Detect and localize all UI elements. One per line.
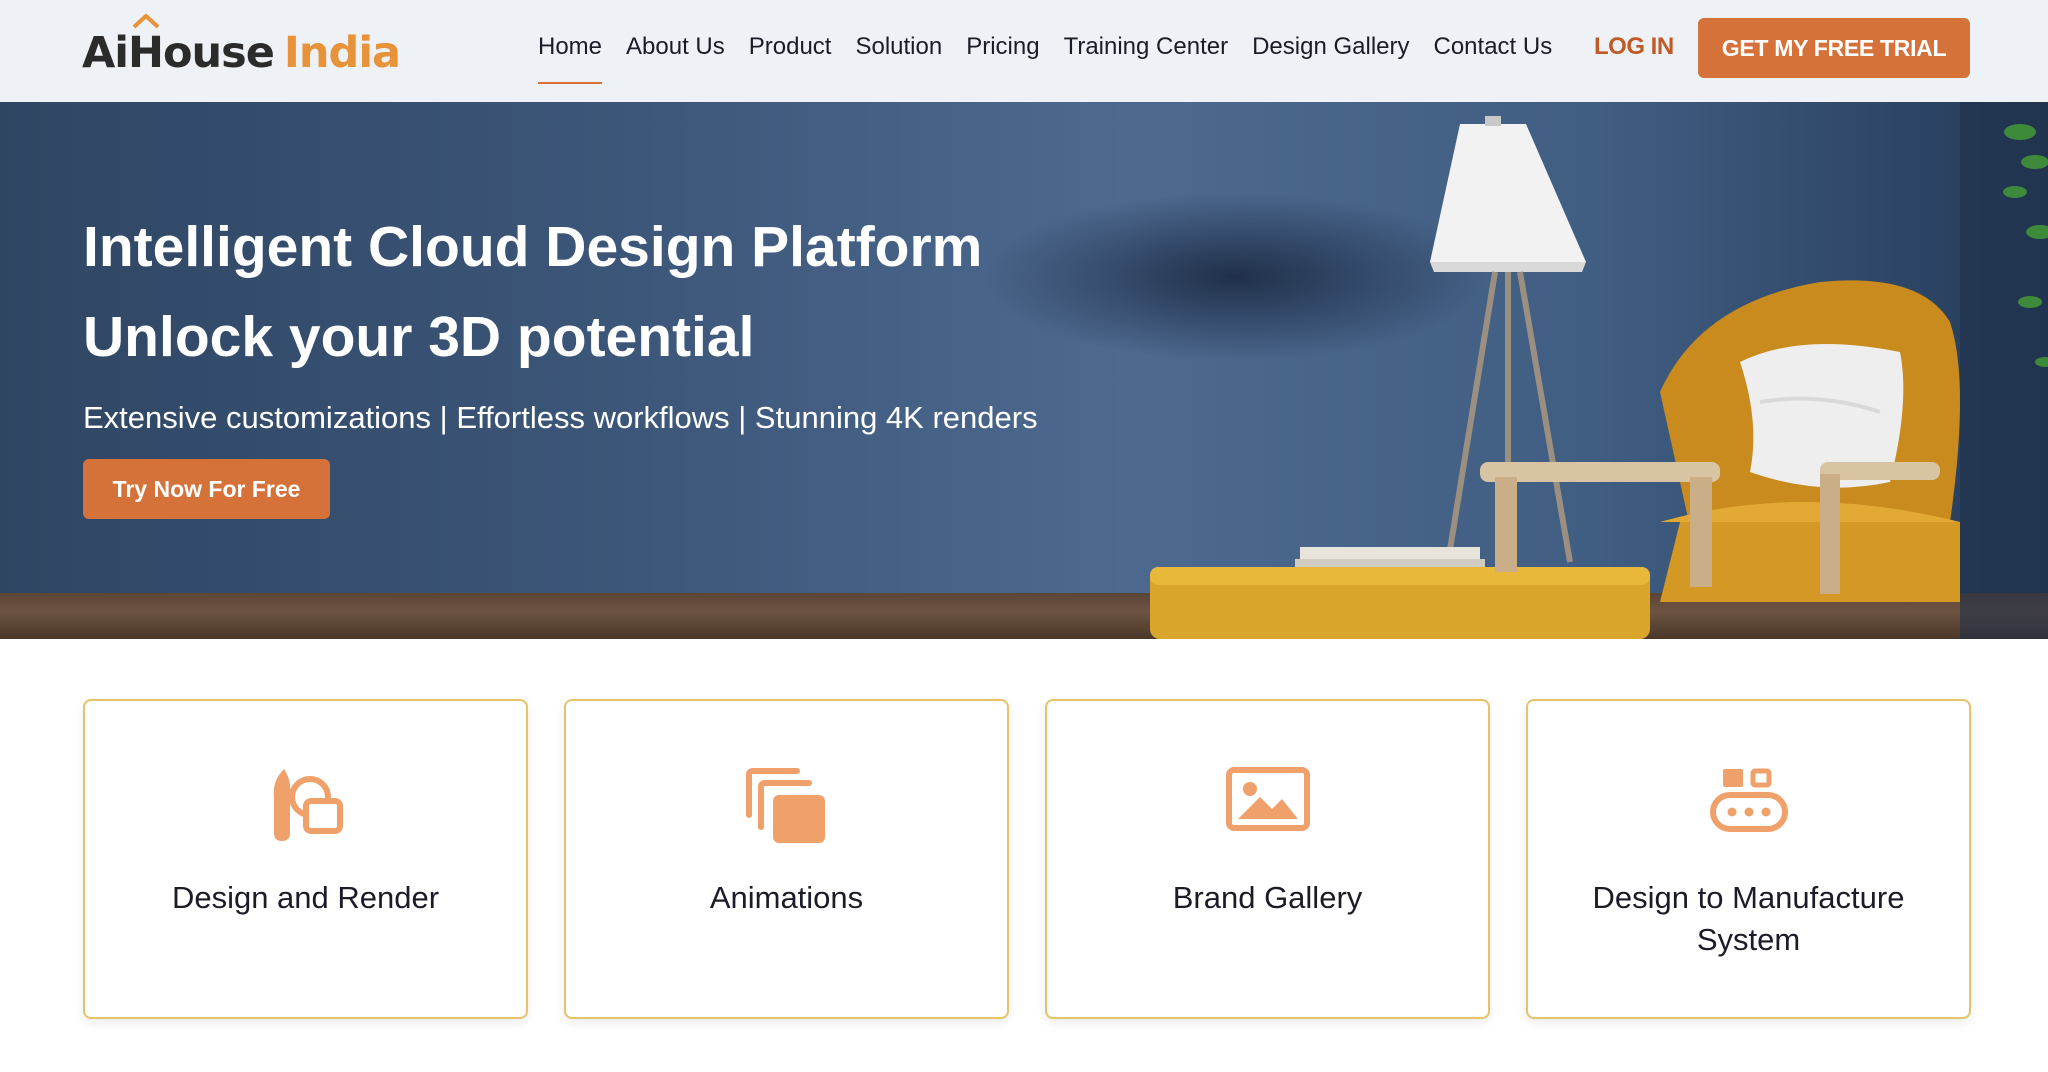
house-roof-icon bbox=[132, 14, 160, 29]
hero-subtitle: Extensive customizations | Effortless wo… bbox=[83, 400, 1038, 435]
hero-tagline: Unlock your 3D potential bbox=[83, 305, 755, 369]
card-label: Design to Manufacture System bbox=[1592, 880, 1905, 957]
login-link[interactable]: LOG IN bbox=[1594, 30, 1674, 64]
hero-banner: Intelligent Cloud Design Platform Unlock… bbox=[0, 102, 2048, 639]
card-label: Animations bbox=[709, 880, 864, 915]
card-brand-gallery[interactable]: Brand Gallery bbox=[1045, 699, 1490, 1019]
logo-text-aihouse: AiHouse bbox=[82, 28, 275, 78]
ottoman-icon bbox=[1150, 567, 1650, 639]
feature-cards: Design and Render Animations Brand Galle… bbox=[83, 699, 1971, 1019]
logo[interactable]: AiHouse India bbox=[82, 14, 401, 78]
nav-contact-us[interactable]: Contact Us bbox=[1434, 30, 1553, 70]
brush-icon bbox=[273, 769, 343, 841]
logo-text-india: India bbox=[283, 28, 401, 78]
free-trial-button[interactable]: GET MY FREE TRIAL bbox=[1698, 18, 1970, 78]
books-icon bbox=[1295, 547, 1485, 569]
nav-about-us[interactable]: About Us bbox=[626, 30, 725, 70]
layers-icon bbox=[745, 768, 825, 843]
hero-furniture-illustration bbox=[1150, 102, 2048, 639]
try-now-button[interactable]: Try Now For Free bbox=[83, 459, 330, 519]
nav-home[interactable]: Home bbox=[538, 30, 603, 84]
nav-pricing[interactable]: Pricing bbox=[966, 30, 1039, 70]
conveyor-icon bbox=[1709, 768, 1788, 832]
card-label: Brand Gallery bbox=[1172, 880, 1363, 915]
nav-solution[interactable]: Solution bbox=[855, 30, 942, 70]
main-nav: Home About Us Product Solution Pricing T… bbox=[538, 30, 1576, 84]
hero-title: Intelligent Cloud Design Platform bbox=[83, 215, 983, 279]
card-label: Design and Render bbox=[171, 880, 440, 915]
image-icon bbox=[1225, 767, 1310, 831]
nav-product[interactable]: Product bbox=[749, 30, 832, 70]
nav-training-center[interactable]: Training Center bbox=[1064, 30, 1229, 70]
nav-design-gallery[interactable]: Design Gallery bbox=[1252, 30, 1409, 70]
card-animations[interactable]: Animations bbox=[564, 699, 1009, 1019]
card-design-and-render[interactable]: Design and Render bbox=[83, 699, 528, 1019]
site-header: AiHouse India Home About Us Product Solu… bbox=[0, 0, 2048, 102]
card-design-to-manufacture[interactable]: Design to Manufacture System bbox=[1526, 699, 1971, 1019]
